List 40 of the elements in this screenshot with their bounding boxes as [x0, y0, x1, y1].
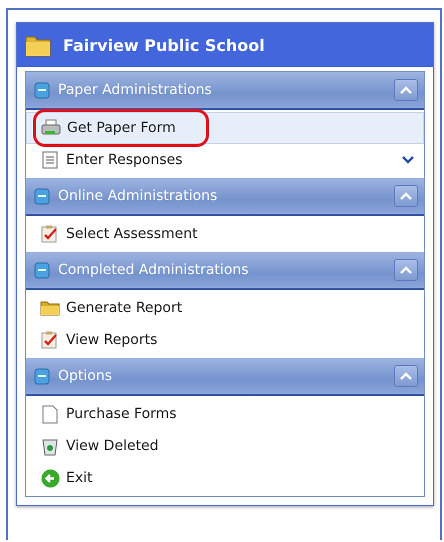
item-label: Select Assessment [66, 226, 199, 242]
section-icon [34, 367, 50, 385]
item-label: Get Paper Form [67, 120, 177, 136]
list-icon [42, 151, 58, 169]
section-title: Online Administrations [58, 188, 218, 204]
section-title: Paper Administrations [58, 82, 213, 98]
menu-item[interactable]: Purchase Forms [26, 398, 424, 430]
trash-icon [42, 436, 58, 456]
section-icon [34, 81, 50, 99]
printer-icon [41, 119, 61, 137]
item-label: Generate Report [66, 300, 184, 316]
collapse-button[interactable] [394, 365, 418, 387]
item-label: Enter Responses [66, 152, 184, 168]
collapse-button[interactable] [394, 185, 418, 207]
menu-item[interactable]: View Reports [26, 324, 424, 356]
menu-item[interactable]: Generate Report [26, 292, 424, 324]
folder-icon [40, 300, 60, 316]
menu-item[interactable]: Get Paper Form [26, 112, 424, 144]
collapse-button[interactable] [394, 259, 418, 281]
chevron-up-icon [400, 266, 412, 274]
panel-title: Fairview Public School [63, 36, 265, 54]
section-icon [34, 187, 50, 205]
menu-item[interactable]: View Deleted [26, 430, 424, 462]
collapse-button[interactable] [394, 79, 418, 101]
chevron-up-icon [400, 372, 412, 380]
chevron-up-icon [400, 192, 412, 200]
menu-item[interactable]: Exit [26, 462, 424, 494]
chevron-up-icon [400, 86, 412, 94]
menu-item[interactable]: Enter Responses [26, 144, 424, 176]
item-label: View Reports [66, 332, 158, 348]
item-label: Purchase Forms [66, 406, 178, 422]
checklist-icon [41, 225, 59, 243]
section-icon [34, 261, 50, 279]
section-title: Options [58, 368, 114, 384]
checklist-icon [41, 331, 59, 349]
item-label: Exit [66, 470, 94, 486]
menu-item[interactable]: Select Assessment [26, 218, 424, 250]
page-icon [42, 404, 58, 424]
item-label: View Deleted [66, 438, 160, 454]
section-title: Completed Administrations [58, 262, 250, 278]
